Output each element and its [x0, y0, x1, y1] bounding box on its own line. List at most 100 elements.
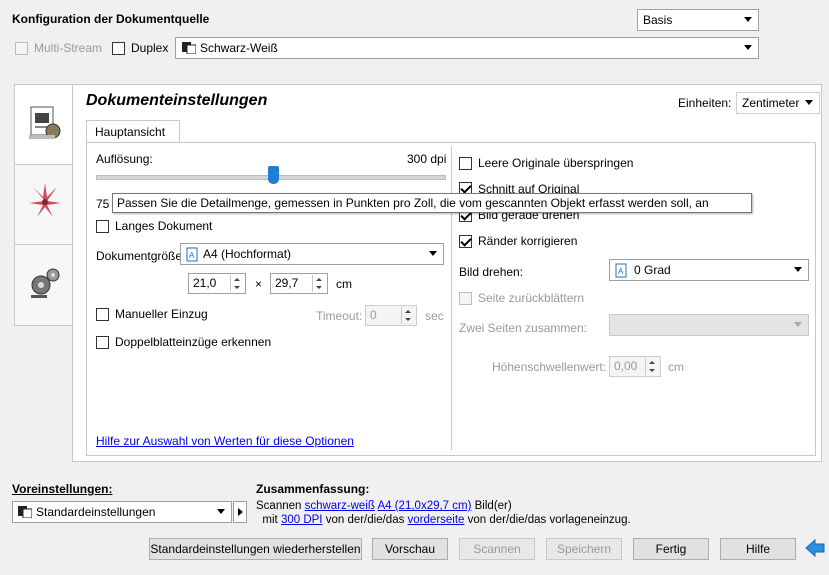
duplex-checkbox[interactable]: [112, 42, 125, 55]
panel-title: Dokumenteinstellungen: [86, 92, 268, 109]
help-button[interactable]: Hilfe: [720, 538, 796, 560]
chevron-down-icon: [794, 322, 802, 327]
width-stepper[interactable]: 21,0: [188, 273, 246, 294]
units-label: Einheiten:: [678, 96, 732, 110]
rotate-select[interactable]: A 0 Grad: [609, 259, 809, 281]
multistream-checkbox[interactable]: [15, 42, 28, 55]
threshold-unit: cm: [668, 360, 684, 374]
rotate-label: Bild drehen:: [459, 265, 524, 279]
skip-blank-checkbox[interactable]: [459, 157, 472, 170]
size-unit: cm: [336, 277, 352, 291]
summary-line-1: Scannen schwarz-weiß A4 (21,0x29,7 cm) B…: [256, 500, 512, 512]
color-mode-value: Schwarz-Weiß: [200, 41, 278, 55]
times-sign: ×: [255, 277, 263, 291]
summary-line-2: mit 300 DPI von der/die/das vorderseite …: [256, 514, 631, 526]
page-title: Konfiguration der Dokumentquelle: [12, 12, 210, 26]
color-mode-select[interactable]: Schwarz-Weiß: [175, 37, 759, 59]
svg-text:A: A: [618, 267, 624, 276]
chevron-down-icon: [429, 251, 437, 256]
tab-main-view-label: Hauptansicht: [95, 125, 166, 139]
gears-icon: [31, 268, 60, 298]
timeout-value: 0: [370, 308, 377, 322]
rotate-value: 0 Grad: [634, 263, 671, 277]
save-button[interactable]: Speichern: [546, 538, 622, 560]
document-size-label: Dokumentgröße:: [96, 249, 186, 263]
timeout-label: Timeout:: [316, 309, 363, 323]
summary-scan: Scannen: [256, 500, 302, 512]
chevron-down-icon: [805, 100, 813, 105]
presets-menu-button[interactable]: [233, 501, 247, 523]
color-mode-icon: [182, 42, 196, 54]
long-document-checkbox[interactable]: [96, 220, 109, 233]
summary-end: von der/die/das vorlageneinzug.: [467, 514, 631, 526]
summary-side-link[interactable]: vorderseite: [408, 514, 465, 526]
timeout-stepper[interactable]: 0: [365, 305, 417, 326]
timeout-unit: sec: [425, 309, 444, 323]
slider-min-label: 75: [96, 197, 110, 211]
tab-document-settings[interactable]: [14, 84, 73, 166]
flip-page-label: Seite zurückblättern: [478, 291, 585, 305]
tab-main-view[interactable]: Hauptansicht: [86, 120, 180, 143]
resolution-slider-thumb[interactable]: [268, 166, 279, 184]
threshold-label: Höhenschwellenwert:: [492, 360, 607, 374]
duplex-label: Duplex: [131, 41, 169, 55]
done-button[interactable]: Fertig: [633, 538, 709, 560]
threshold-stepper[interactable]: 0,00: [609, 356, 661, 377]
chevron-down-icon: [217, 509, 225, 514]
scan-button[interactable]: Scannen: [459, 538, 535, 560]
flip-page-checkbox[interactable]: [459, 292, 472, 305]
page-icon: A: [615, 263, 627, 278]
tooltip-text: Passen Sie die Detailmenge, gemessen in …: [117, 196, 709, 210]
tab-advanced-settings[interactable]: [14, 244, 74, 326]
summary-with: mit: [262, 514, 278, 526]
edges-label: Ränder korrigieren: [478, 234, 578, 248]
column-divider: [451, 146, 452, 450]
width-value: 21,0: [193, 276, 217, 290]
summary-mode-link[interactable]: schwarz-weiß: [305, 500, 375, 512]
back-arrow-icon[interactable]: [804, 538, 826, 558]
double-feed-checkbox[interactable]: [96, 336, 109, 349]
chevron-down-icon: [744, 17, 752, 22]
help-link[interactable]: Hilfe zur Auswahl von Werten für diese O…: [96, 434, 354, 448]
preview-button[interactable]: Vorschau: [372, 538, 448, 560]
svg-text:A: A: [189, 251, 195, 260]
resolution-value: 300 dpi: [407, 152, 447, 166]
merge-pages-label: Zwei Seiten zusammen:: [459, 321, 588, 335]
document-size-select[interactable]: A A4 (Hochformat): [180, 243, 444, 265]
flower-icon: [29, 183, 61, 217]
mode-select[interactable]: Basis: [637, 9, 759, 31]
summary-dpi-link[interactable]: 300 DPI: [281, 514, 323, 526]
manual-feed-checkbox[interactable]: [96, 308, 109, 321]
page-icon: A: [186, 247, 198, 262]
edges-checkbox[interactable]: [459, 235, 472, 248]
merge-pages-select[interactable]: [609, 314, 809, 336]
long-document-label: Langes Dokument: [115, 219, 213, 233]
tab-image-settings[interactable]: [14, 164, 74, 246]
units-select[interactable]: Zentimeter: [736, 92, 820, 114]
height-stepper[interactable]: 29,7: [270, 273, 328, 294]
presets-value: Standardeinstellungen: [36, 505, 156, 519]
chevron-down-icon: [794, 267, 802, 272]
summary-suffix: Bild(er): [474, 500, 512, 512]
restore-defaults-button[interactable]: Standardeinstellungen wiederherstellen: [149, 538, 362, 560]
height-value: 29,7: [275, 276, 299, 290]
resolution-label: Auflösung:: [96, 152, 153, 166]
threshold-value: 0,00: [614, 359, 638, 373]
document-size-value: A4 (Hochformat): [203, 247, 292, 261]
summary-size-link[interactable]: A4 (21,0x29,7 cm): [377, 500, 471, 512]
chevron-down-icon: [744, 45, 752, 50]
presets-label: Voreinstellungen:: [12, 482, 113, 496]
color-mode-icon: [18, 506, 32, 518]
mode-select-value: Basis: [643, 13, 673, 27]
multistream-label: Multi-Stream: [34, 41, 103, 55]
presets-select[interactable]: Standardeinstellungen: [12, 501, 232, 523]
skip-blank-label: Leere Originale überspringen: [478, 156, 634, 170]
manual-feed-label: Manueller Einzug: [115, 307, 208, 321]
summary-label: Zusammenfassung:: [256, 482, 370, 496]
chevron-right-icon: [238, 508, 243, 516]
double-feed-label: Doppelblatteinzüge erkennen: [115, 335, 272, 349]
tooltip: Passen Sie die Detailmenge, gemessen in …: [112, 193, 752, 213]
summary-mid: von der/die/das: [325, 514, 405, 526]
document-settings-icon: [29, 106, 61, 139]
units-value: Zentimeter: [742, 96, 800, 110]
